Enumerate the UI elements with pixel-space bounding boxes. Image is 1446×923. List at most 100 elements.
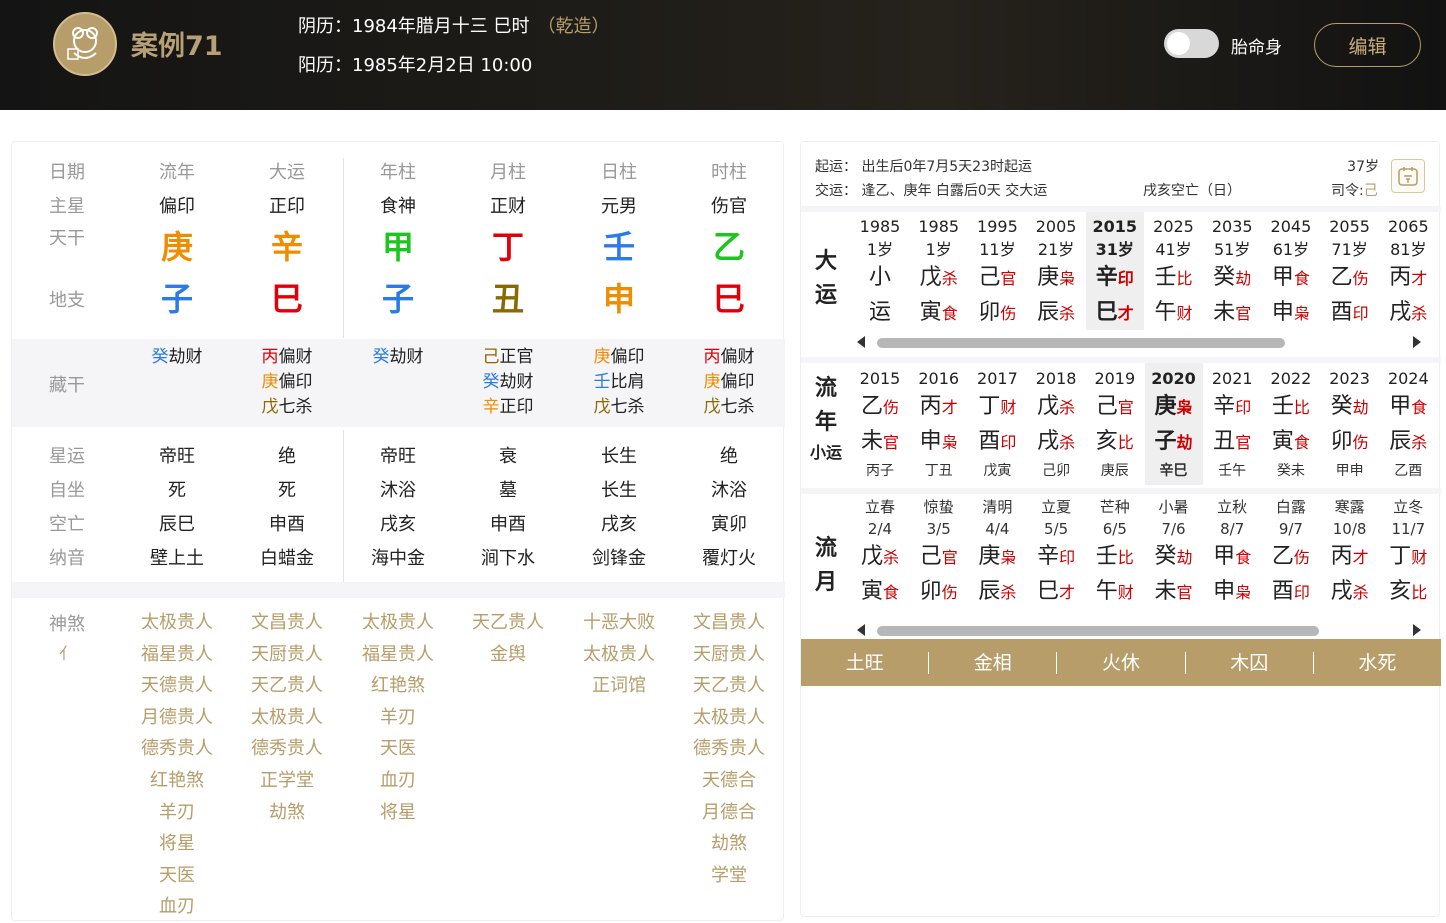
ganzhi-top[interactable]: 庚枭 xyxy=(1145,390,1203,425)
ganzhi-top[interactable]: 癸劫 xyxy=(1145,540,1203,575)
ganzhi-bottom[interactable]: 亥比 xyxy=(1086,425,1144,460)
ganzhi-bottom[interactable]: 申枭 xyxy=(1203,575,1261,610)
ganzhi-top[interactable]: 壬比 xyxy=(1262,390,1320,425)
scroll-left-arrow[interactable] xyxy=(857,624,865,636)
shensha-item[interactable]: 太极贵人 xyxy=(564,639,674,671)
ganzhi-top[interactable]: 庚枭 xyxy=(968,540,1026,575)
shensha-item[interactable]: 月德贵人 xyxy=(122,702,232,734)
ganzhi-bottom[interactable]: 戌杀 xyxy=(1321,575,1379,610)
liuyue-column[interactable]: 芒种 6/5 壬比 午财 xyxy=(1086,496,1144,616)
ganzhi-top[interactable]: 己官 xyxy=(1086,390,1144,425)
ganzhi-bottom[interactable]: 酉印 xyxy=(1321,296,1379,331)
shensha-item[interactable]: 天德贵人 xyxy=(122,670,232,702)
liunian-column[interactable]: 2017 丁财 酉印 戊寅 xyxy=(968,363,1026,485)
ganzhi-top[interactable]: 辛印 xyxy=(1027,540,1085,575)
ganzhi-top[interactable]: 戊杀 xyxy=(851,540,909,575)
shensha-item[interactable]: 血刃 xyxy=(122,891,232,923)
ganzhi-bottom[interactable]: 卯伤 xyxy=(1321,425,1379,460)
ganzhi-bottom[interactable]: 午财 xyxy=(1145,296,1203,331)
ganzhi-bottom[interactable]: 子劫 xyxy=(1145,425,1203,460)
ganzhi-bottom[interactable]: 亥比 xyxy=(1379,575,1437,610)
shensha-item[interactable]: 德秀贵人 xyxy=(122,733,232,765)
liuyue-column[interactable]: 惊蛰 3/5 己官 卯伤 xyxy=(910,496,968,616)
scroll-thumb[interactable] xyxy=(877,338,1285,348)
shensha-item[interactable]: 正词馆 xyxy=(564,670,674,702)
ganzhi-bottom[interactable]: 卯伤 xyxy=(910,575,968,610)
ganzhi-top[interactable]: 己官 xyxy=(968,261,1026,296)
ganzhi-top[interactable]: 小 xyxy=(851,261,909,296)
taimingshen-toggle[interactable] xyxy=(1164,29,1219,58)
liunian-column[interactable]: 2021 辛印 丑官 壬午 xyxy=(1203,363,1261,485)
scroll-thumb[interactable] xyxy=(877,626,1319,636)
shensha-item[interactable]: 羊刃 xyxy=(122,797,232,829)
ganzhi-bottom[interactable]: 酉印 xyxy=(968,425,1026,460)
liuyue-column[interactable]: 小暑 7/6 癸劫 未官 xyxy=(1145,496,1203,616)
ganzhi-top[interactable]: 甲食 xyxy=(1203,540,1261,575)
horizontal-scrollbar[interactable] xyxy=(857,623,1421,636)
ganzhi-top[interactable]: 乙伤 xyxy=(1262,540,1320,575)
liuyue-column[interactable]: 寒露 10/8 丙才 戌杀 xyxy=(1321,496,1379,616)
dayun-column[interactable]: 1995 11岁 己官 卯伤 xyxy=(968,212,1026,330)
shensha-item[interactable]: 羊刃 xyxy=(343,702,453,734)
shensha-item[interactable]: 正学堂 xyxy=(232,765,342,797)
dayun-column[interactable]: 1985 1岁 戊杀 寅食 xyxy=(910,212,968,330)
shensha-item[interactable]: 太极贵人 xyxy=(343,607,453,639)
dayun-column[interactable]: 2055 71岁 乙伤 酉印 xyxy=(1321,212,1379,330)
liuyue-column[interactable]: 清明 4/4 庚枭 辰杀 xyxy=(968,496,1026,616)
ganzhi-bottom[interactable]: 寅食 xyxy=(851,575,909,610)
shensha-item[interactable]: 天乙贵人 xyxy=(674,670,784,702)
shensha-item[interactable]: 文昌贵人 xyxy=(232,607,342,639)
dayun-column[interactable]: 2045 61岁 甲食 申枭 xyxy=(1262,212,1320,330)
shensha-item[interactable]: 月德合 xyxy=(674,797,784,829)
dayun-column[interactable]: 2005 21岁 庚枭 辰杀 xyxy=(1027,212,1085,330)
ganzhi-top[interactable]: 己官 xyxy=(910,540,968,575)
ganzhi-top[interactable]: 壬比 xyxy=(1145,261,1203,296)
shensha-item[interactable]: 学堂 xyxy=(674,860,784,892)
liuyue-column[interactable]: 立夏 5/5 辛印 巳才 xyxy=(1027,496,1085,616)
liunian-column[interactable]: 2019 己官 亥比 庚辰 xyxy=(1086,363,1144,485)
shensha-item[interactable]: 天厨贵人 xyxy=(674,639,784,671)
ganzhi-top[interactable]: 戊杀 xyxy=(1027,390,1085,425)
liunian-column[interactable]: 2020 庚枭 子劫 辛巳 xyxy=(1144,363,1203,485)
ganzhi-top[interactable]: 丁财 xyxy=(968,390,1026,425)
ganzhi-bottom[interactable]: 申枭 xyxy=(910,425,968,460)
liunian-column[interactable]: 2024 甲食 辰杀 乙酉 xyxy=(1379,363,1437,485)
liuyue-column[interactable]: 立春 2/4 戊杀 寅食 xyxy=(851,496,909,616)
ganzhi-top[interactable]: 癸劫 xyxy=(1203,261,1261,296)
liunian-column[interactable]: 2016 丙才 申枭 丁丑 xyxy=(910,363,968,485)
shensha-item[interactable]: 文昌贵人 xyxy=(674,607,784,639)
ganzhi-top[interactable]: 壬比 xyxy=(1086,540,1144,575)
liunian-column[interactable]: 2022 壬比 寅食 癸未 xyxy=(1262,363,1320,485)
ganzhi-top[interactable]: 丁财 xyxy=(1379,540,1437,575)
ganzhi-bottom[interactable]: 午财 xyxy=(1086,575,1144,610)
ganzhi-bottom[interactable]: 申枭 xyxy=(1262,296,1320,331)
shensha-item[interactable]: 劫煞 xyxy=(232,797,342,829)
ganzhi-bottom[interactable]: 戌杀 xyxy=(1027,425,1085,460)
ganzhi-top[interactable]: 辛印 xyxy=(1086,261,1144,296)
shensha-item[interactable]: 十恶大败 xyxy=(564,607,674,639)
ganzhi-top[interactable]: 丙才 xyxy=(1379,261,1437,296)
horizontal-scrollbar[interactable] xyxy=(857,335,1421,348)
shensha-item[interactable]: 红艳煞 xyxy=(343,670,453,702)
ganzhi-bottom[interactable]: 未官 xyxy=(1145,575,1203,610)
ganzhi-top[interactable]: 乙伤 xyxy=(1321,261,1379,296)
shensha-item[interactable]: 福星贵人 xyxy=(122,639,232,671)
liuyue-column[interactable]: 立冬 11/7 丁财 亥比 xyxy=(1379,496,1437,616)
scroll-right-arrow[interactable] xyxy=(1413,336,1421,348)
shensha-item[interactable]: 将星 xyxy=(343,797,453,829)
dayun-column[interactable]: 2025 41岁 壬比 午财 xyxy=(1145,212,1203,330)
shensha-item[interactable]: 金舆 xyxy=(453,639,563,671)
shensha-item[interactable]: 德秀贵人 xyxy=(232,733,342,765)
ganzhi-bottom[interactable]: 未官 xyxy=(1203,296,1261,331)
ganzhi-bottom[interactable]: 未官 xyxy=(851,425,909,460)
scroll-right-arrow[interactable] xyxy=(1413,624,1421,636)
shensha-item[interactable]: 红艳煞 xyxy=(122,765,232,797)
scroll-left-arrow[interactable] xyxy=(857,336,865,348)
shensha-item[interactable]: 天医 xyxy=(122,860,232,892)
shensha-item[interactable]: 天德合 xyxy=(674,765,784,797)
liunian-column[interactable]: 2015 乙伤 未官 丙子 xyxy=(851,363,909,485)
ganzhi-bottom[interactable]: 丑官 xyxy=(1203,425,1261,460)
shensha-item[interactable]: 太极贵人 xyxy=(122,607,232,639)
shensha-item[interactable]: 天厨贵人 xyxy=(232,639,342,671)
liunian-column[interactable]: 2023 癸劫 卯伤 甲申 xyxy=(1321,363,1379,485)
